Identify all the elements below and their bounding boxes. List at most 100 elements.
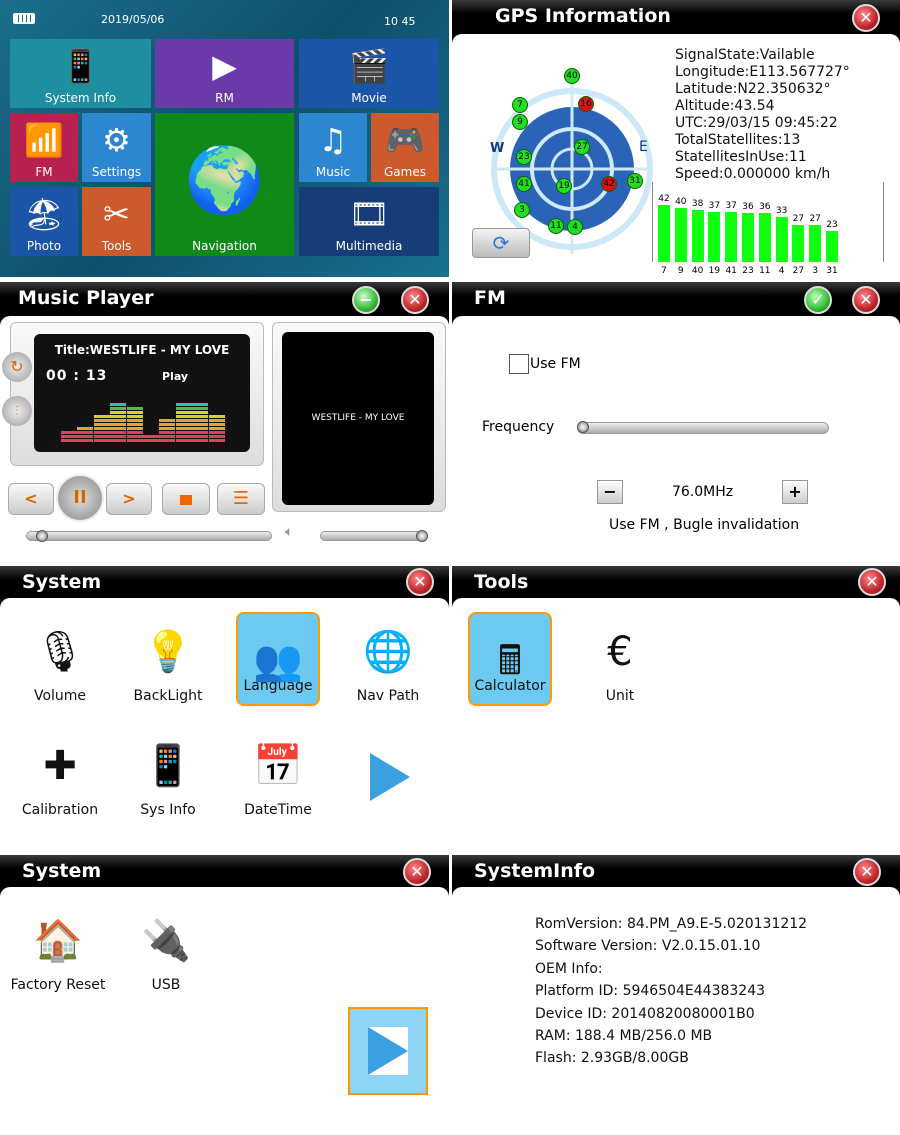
eq-segment	[192, 423, 209, 426]
repeat-button[interactable]: ↻	[2, 352, 32, 382]
menu-item-language[interactable]: 👥 Language	[228, 612, 328, 706]
tile-photo[interactable]: 🏖 Photo	[10, 187, 78, 256]
eq-segment	[126, 427, 143, 430]
menu-item-calibration[interactable]: ✚ Calibration	[10, 736, 110, 818]
next-arrow-icon[interactable]	[370, 753, 410, 801]
next-arrow-icon[interactable]	[348, 1007, 428, 1095]
menu-item-factory-reset[interactable]: 🏠 Factory Reset	[8, 911, 108, 993]
frequency-increase-button[interactable]: +	[782, 480, 808, 504]
menu-item-nav-path[interactable]: 🌐 Nav Path	[338, 622, 438, 704]
satellite-marker: 11	[548, 218, 564, 234]
tile-multimedia[interactable]: 🎞 Multimedia	[299, 187, 439, 256]
eq-segment	[110, 435, 127, 438]
close-button[interactable]: ✕	[403, 858, 431, 886]
tile-tools[interactable]: ✂ Tools	[82, 187, 151, 256]
close-button[interactable]: ✕	[401, 286, 429, 314]
menu-item-label: DateTime	[244, 802, 312, 818]
tile-label: Settings	[91, 165, 142, 179]
calendar-clock-icon: 📅	[253, 743, 303, 789]
tile-label: Multimedia	[335, 239, 403, 253]
confirm-button[interactable]: ✓	[804, 286, 832, 314]
system-panel-2: System ✕ 🏠 Factory Reset 🔌 USB	[0, 855, 449, 1125]
slider-knob[interactable]	[577, 421, 589, 433]
eq-segment	[192, 435, 209, 438]
pause-button[interactable]: II	[56, 474, 104, 522]
volume-slider[interactable]	[320, 530, 428, 542]
usb-drive-icon: 🔌	[141, 918, 191, 964]
slider-knob[interactable]	[35, 530, 48, 542]
satellite-marker: 23	[516, 149, 532, 165]
menu-item-volume[interactable]: 🎙 Volume	[10, 622, 110, 704]
fm-panel: FM ✓ ✕ Use FM Frequency − 76.0MHz + Use …	[452, 282, 900, 552]
use-fm-checkbox[interactable]	[509, 354, 529, 374]
system-info-line: Flash: 2.93GB/8.00GB	[535, 1050, 689, 1067]
frequency-slider[interactable]	[577, 421, 829, 434]
launcher-screen: 2019/05/06 10 45 📱 System Info ▶ RM 🎬 Movie 📶 F…	[0, 0, 449, 277]
close-button[interactable]: ✕	[853, 858, 881, 886]
previous-button[interactable]: <	[8, 483, 54, 515]
tile-fm[interactable]: 📶 FM	[10, 113, 78, 182]
progress-slider[interactable]	[26, 530, 272, 542]
panel-title: SystemInfo	[452, 855, 900, 889]
eq-segment	[110, 423, 127, 426]
menu-item-backlight[interactable]: 💡 BackLight	[118, 622, 218, 704]
signal-bar	[792, 225, 805, 262]
refresh-button[interactable]: ⟳	[472, 228, 530, 258]
close-button[interactable]: ✕	[852, 286, 880, 314]
battery-full-icon	[13, 13, 35, 24]
house-icon: 🏠	[33, 918, 83, 964]
eq-segment	[143, 439, 159, 442]
eq-segment	[159, 427, 176, 430]
eq-segment	[192, 411, 209, 414]
signal-value-label: 37	[725, 200, 737, 211]
tile-music[interactable]: ♫ Music	[299, 113, 367, 182]
signal-value-label: 33	[775, 206, 788, 217]
tile-navigation[interactable]: 🌍 Navigation	[155, 113, 294, 256]
satellite-id-label: 23	[742, 266, 754, 276]
slider-knob[interactable]	[415, 530, 428, 542]
frequency-decrease-button[interactable]: −	[597, 480, 623, 504]
close-button[interactable]: ✕	[852, 4, 880, 32]
menu-item-sys-info[interactable]: 📱 Sys Info	[118, 736, 218, 818]
tile-label: Games	[384, 165, 426, 179]
eq-segment	[208, 439, 225, 442]
equalizer-button[interactable]: ⫶	[2, 396, 32, 426]
next-button[interactable]: >	[106, 483, 152, 515]
menu-item-datetime[interactable]: 📅 DateTime	[228, 736, 328, 818]
satellite-marker: 9	[512, 114, 528, 130]
menu-item-usb[interactable]: 🔌 USB	[116, 911, 216, 993]
tile-games[interactable]: 🎮 Games	[371, 113, 439, 182]
eq-segment	[126, 415, 143, 418]
eq-segment	[175, 415, 192, 418]
satellite-id-label: 4	[778, 266, 785, 276]
tile-system-info[interactable]: 📱 System Info	[10, 39, 151, 108]
close-button[interactable]: ✕	[406, 568, 434, 596]
gps-info-line: Speed:0.000000 km/h	[675, 166, 831, 182]
menu-item-calculator[interactable]: 🖩 Calculator	[460, 612, 560, 706]
microphone-icon: 🎙	[34, 629, 86, 675]
minimize-button[interactable]: −	[352, 286, 380, 314]
eq-segment	[159, 431, 176, 434]
stop-button[interactable]	[162, 483, 210, 515]
menu-item-unit[interactable]: € Unit	[570, 622, 670, 704]
panel-title: System	[0, 566, 449, 600]
tile-label: Tools	[101, 239, 132, 253]
speaker-icon: 🔈︎	[285, 524, 294, 540]
eq-segment	[126, 419, 143, 422]
tile-label: Movie	[351, 91, 387, 105]
eq-segment	[61, 435, 77, 438]
eq-segment	[192, 427, 209, 430]
tile-movie[interactable]: 🎬 Movie	[299, 39, 439, 108]
playlist-button[interactable]: ☰	[217, 483, 265, 515]
eq-segment	[159, 439, 176, 442]
currency-icon: €	[607, 629, 633, 675]
close-button[interactable]: ✕	[858, 568, 886, 596]
eq-segment	[175, 431, 192, 434]
tile-settings[interactable]: ⚙ Settings	[82, 113, 151, 182]
play-state: Play	[162, 370, 189, 383]
system-info-line: OEM Info:	[535, 960, 603, 977]
tile-label: FM	[35, 165, 53, 179]
eq-segment	[175, 435, 192, 438]
tile-rm[interactable]: ▶ RM	[155, 39, 294, 108]
eq-segment	[175, 403, 192, 406]
